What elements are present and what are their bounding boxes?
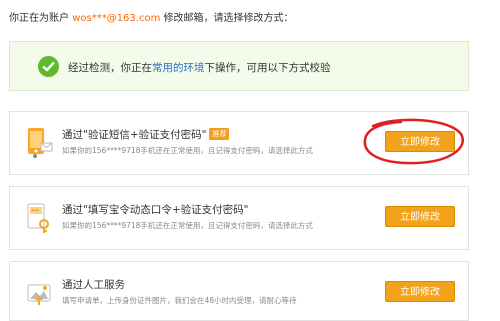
- option-token-card: *** 通过"填写宝令动态口令+验证支付密码" 如果你的156****9718手…: [9, 186, 469, 250]
- option-manual-title: 通过人工服务: [62, 279, 125, 291]
- token-device-icon: ***: [27, 202, 53, 234]
- header-prefix: 你正在为账户: [9, 13, 69, 24]
- phone-sms-icon: [27, 127, 53, 159]
- notice-text-before: 经过检测，你正在: [68, 62, 152, 74]
- check-icon: [38, 56, 59, 77]
- modify-now-button-manual[interactable]: 立即修改: [385, 281, 455, 302]
- option-token-desc: 如果你的156****9718手机还在正常使用，且记得支付密码，请选择此方式: [62, 221, 313, 230]
- header-suffix: 修改邮箱，请选择修改方式：: [163, 13, 294, 24]
- option-sms-title-text: 通过"验证短信+验证支付密码": [62, 129, 207, 141]
- manual-service-icon: [27, 277, 53, 309]
- modify-now-button-token[interactable]: 立即修改: [385, 206, 455, 227]
- notice-text-after: 下操作，可用以下方式校验: [204, 62, 331, 74]
- recommended-badge: 推荐: [209, 128, 230, 140]
- red-annotation-circle: [363, 118, 464, 165]
- option-sms-title: 通过"验证短信+验证支付密码" 推荐: [62, 127, 230, 142]
- account-email: wos***@163.com: [72, 13, 161, 24]
- environment-notice: 经过检测，你正在常用的环境下操作，可用以下方式校验: [9, 41, 469, 91]
- page-header: 你正在为账户 wos***@163.com 修改邮箱，请选择修改方式：: [9, 9, 294, 24]
- option-sms-desc: 如果你的156****9718手机还在正常使用，且记得支付密码，请选择此方式: [62, 146, 313, 155]
- trusted-environment-link[interactable]: 常用的环境: [152, 62, 205, 74]
- option-token-title: 通过"填写宝令动态口令+验证支付密码": [62, 204, 249, 216]
- option-manual-card: 通过人工服务 填写申请单，上传身份证件图片，我们会在48小时内受理，请耐心等待 …: [9, 261, 469, 321]
- option-manual-desc: 填写申请单，上传身份证件图片，我们会在48小时内受理，请耐心等待: [62, 296, 297, 305]
- svg-text:***: ***: [32, 209, 40, 215]
- notice-text: 经过检测，你正在常用的环境下操作，可用以下方式校验: [68, 60, 331, 75]
